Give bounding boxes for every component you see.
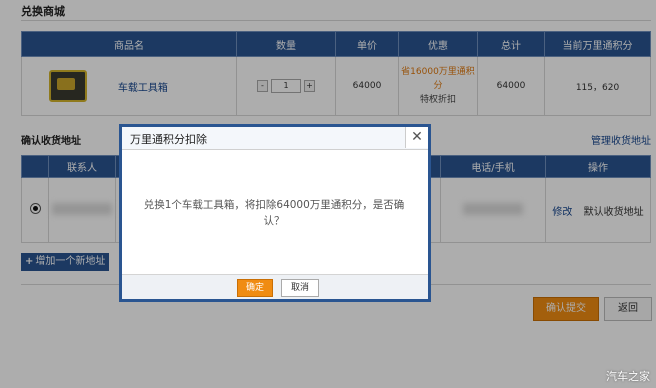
close-icon[interactable]: ✕ <box>405 127 428 148</box>
confirm-button[interactable]: 确定 <box>237 279 273 297</box>
dialog-title: 万里通积分扣除 <box>130 133 207 146</box>
watermark: 汽车之家 <box>606 370 650 383</box>
dialog-footer: 确定 取消 <box>122 274 428 299</box>
dialog-message: 兑换1个车载工具箱，将扣除64000万里通积分，是否确认？ <box>143 199 405 227</box>
dialog-header: 万里通积分扣除 ✕ <box>122 127 428 150</box>
cancel-button[interactable]: 取消 <box>281 279 319 297</box>
points-deduction-dialog: 万里通积分扣除 ✕ 兑换1个车载工具箱，将扣除64000万里通积分，是否确认？ … <box>119 124 431 302</box>
